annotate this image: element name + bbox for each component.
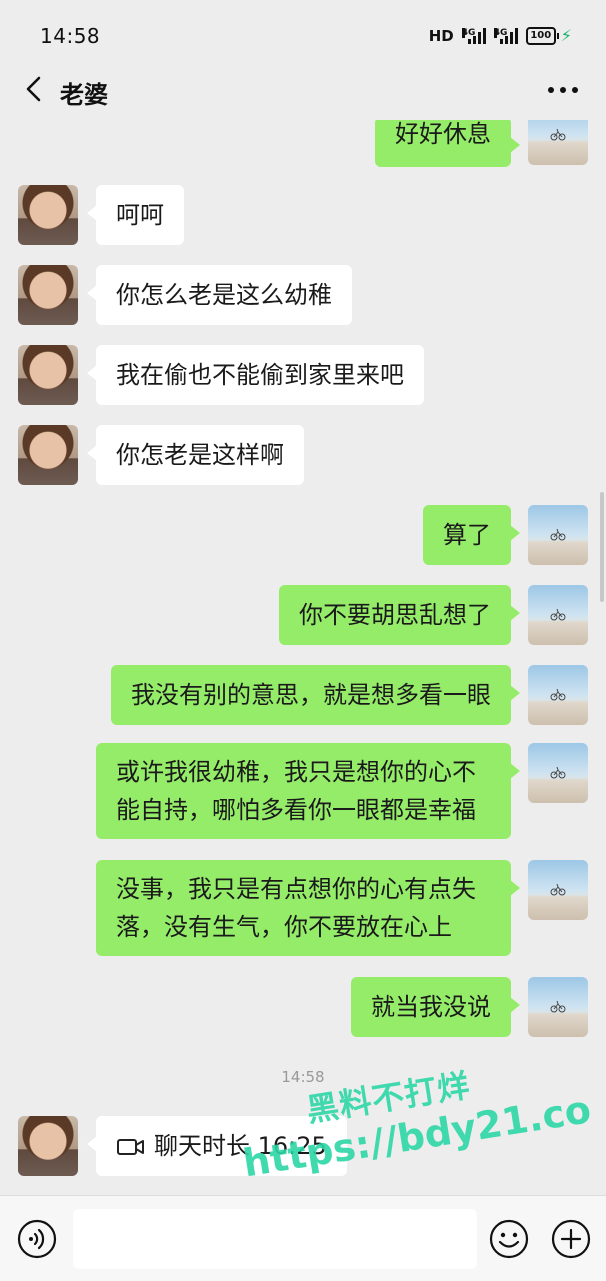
chat-history[interactable]: 好好休息 呵呵 你怎么老是这么幼稚 我在偷也不能偷到家里来吧 你怎老是这样啊 算… [0,120,606,1195]
bicycle-icon [550,766,566,779]
bicycle-icon [550,128,566,141]
bicycle-icon [550,608,566,621]
message-bubble-sent[interactable]: 算了 [423,505,520,565]
bicycle-icon [550,528,566,541]
more-horizontal-icon[interactable] [546,76,580,104]
message-bubble-sent[interactable]: 好好休息 [375,120,520,167]
contact-avatar[interactable] [18,345,78,405]
message-bubble-sent[interactable]: 没事，我只是有点想你的心有点失落，没有生气，你不要放在心上 [96,860,520,956]
message-bubble-received[interactable]: 我在偷也不能偷到家里来吧 [87,345,424,405]
charging-icon: ⚡ [560,26,572,45]
contact-avatar[interactable] [18,425,78,485]
emoji-icon[interactable] [488,1218,530,1260]
chat-header: 老婆 [0,62,606,120]
plus-icon[interactable] [550,1218,592,1260]
battery-icon: 100 ⚡ [525,26,572,45]
signal-icon-2: 4G [493,27,518,44]
message-bubble-received[interactable]: 你怎么老是这么幼稚 [87,265,352,325]
message-bubble-sent[interactable]: 或许我很幼稚，我只是想你的心不能自持，哪怕多看你一眼都是幸福 [96,743,520,839]
status-icons: HD 4G 4G 100 ⚡ [429,26,572,45]
message-bubble-sent[interactable]: 你不要胡思乱想了 [279,585,520,645]
bicycle-icon [550,688,566,701]
chevron-left-icon[interactable] [20,74,50,104]
bicycle-icon [550,883,566,896]
input-bar [0,1195,606,1281]
contact-avatar[interactable] [18,1116,78,1176]
my-avatar[interactable] [528,743,588,803]
bicycle-icon [550,1000,566,1013]
hd-indicator: HD [428,26,454,45]
my-avatar[interactable] [528,585,588,645]
my-avatar[interactable] [528,665,588,725]
message-bubble-sent[interactable]: 我没有别的意思，就是想多看一眼 [111,665,520,725]
message-timestamp: 14:58 [281,1068,325,1086]
message-input[interactable] [73,1209,477,1269]
chat-title: 老婆 [60,81,108,109]
contact-avatar[interactable] [18,185,78,245]
message-bubble-received[interactable]: 你怎老是这样啊 [87,425,304,485]
status-time: 14:58 [40,24,101,48]
message-bubble-sent[interactable]: 就当我没说 [351,977,520,1037]
scrollbar[interactable] [600,492,604,602]
contact-avatar[interactable] [18,265,78,325]
my-avatar[interactable] [528,977,588,1037]
video-call-icon [117,1139,144,1155]
message-bubble-received[interactable]: 呵呵 [87,185,184,245]
my-avatar[interactable] [528,120,588,165]
my-avatar[interactable] [528,505,588,565]
voice-icon[interactable] [16,1218,58,1260]
signal-icon: 4G [461,27,486,44]
my-avatar[interactable] [528,860,588,920]
